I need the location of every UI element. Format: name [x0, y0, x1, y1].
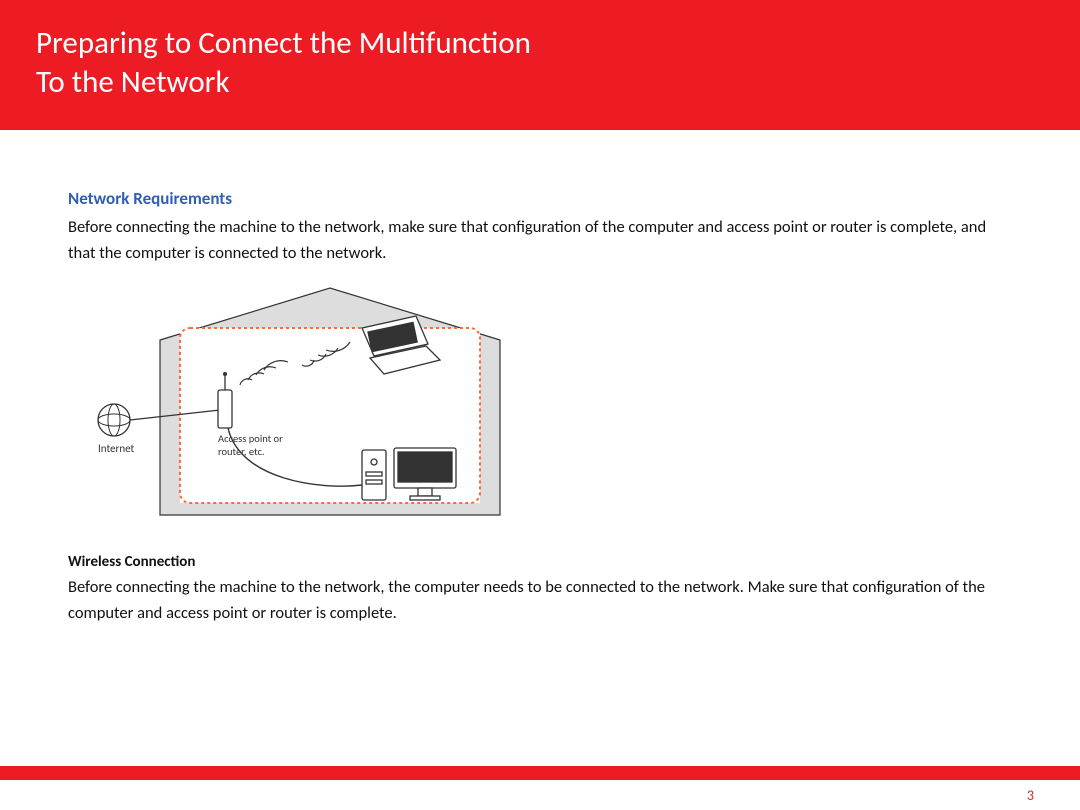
header: Preparing to Connect the Multifunction T…: [0, 0, 1080, 130]
wireless-heading: Wireless Connection: [68, 553, 1012, 571]
ap-label-2: router, etc.: [218, 445, 265, 458]
desktop-tower-icon: [362, 450, 386, 500]
internet-icon: [98, 404, 130, 436]
ap-label-1: Access point or: [218, 432, 283, 445]
content: Network Requirements Before connecting t…: [0, 130, 1080, 626]
page-title: Preparing to Connect the Multifunction T…: [36, 24, 1044, 102]
section-heading: Network Requirements: [68, 188, 1012, 209]
internet-label: Internet: [98, 442, 135, 455]
title-line-2: To the Network: [36, 63, 230, 101]
page-number: 3: [1027, 787, 1034, 804]
diagram-svg: Internet Access point or router, etc.: [70, 280, 540, 530]
wireless-body: Before connecting the machine to the net…: [68, 575, 1012, 626]
network-diagram: Internet Access point or router, etc.: [70, 280, 1012, 535]
intro-text: Before connecting the machine to the net…: [68, 215, 1012, 266]
footer-stripe: [0, 766, 1080, 780]
title-line-1: Preparing to Connect the Multifunction: [36, 24, 531, 62]
